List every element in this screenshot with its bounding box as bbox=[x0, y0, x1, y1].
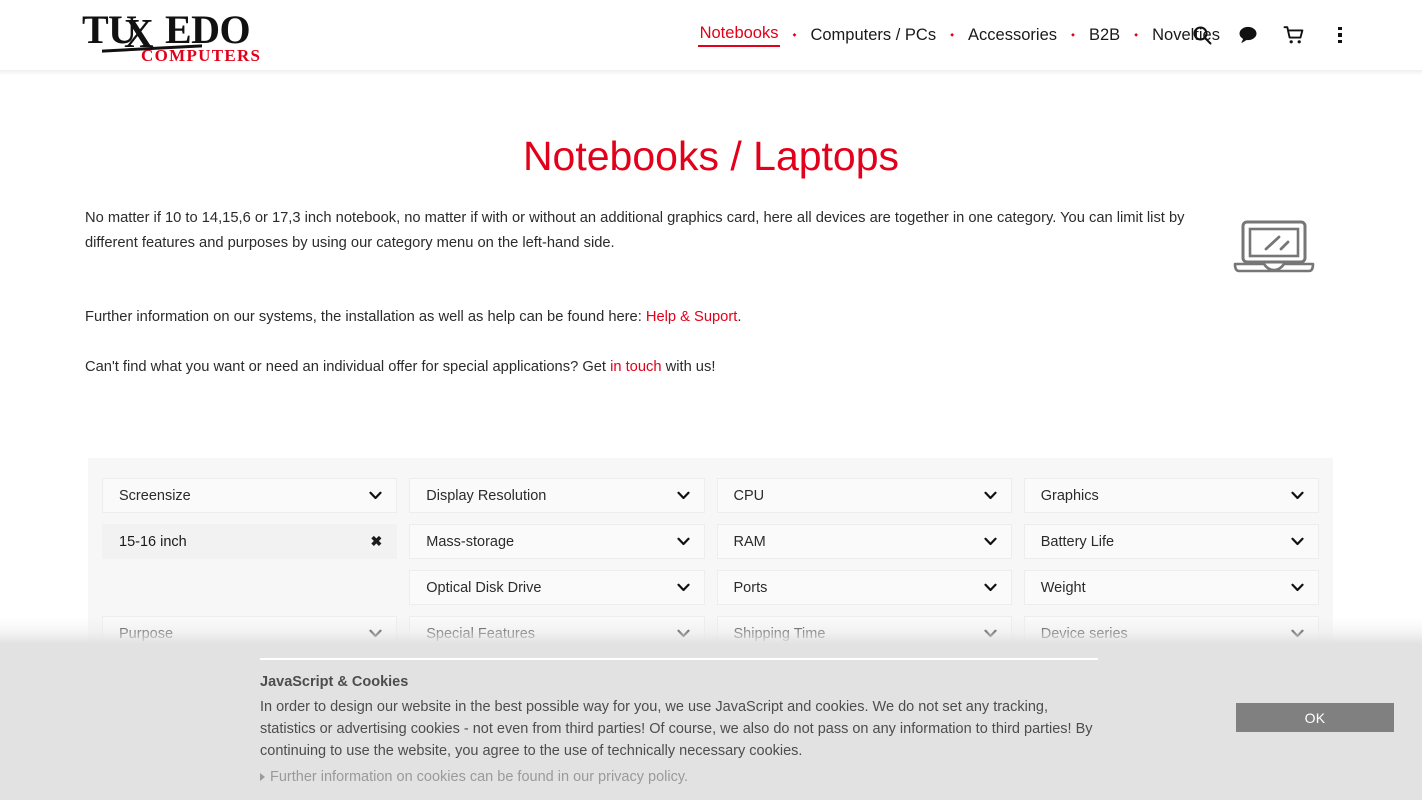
filter-cpu[interactable]: CPU bbox=[716, 478, 1012, 513]
filter-graphics[interactable]: Graphics bbox=[1023, 478, 1319, 513]
filter-column-spacer bbox=[102, 570, 397, 605]
intro-p3-after: with us! bbox=[661, 358, 716, 375]
chevron-down-icon bbox=[369, 491, 382, 500]
intro-p2-before: Further information on our systems, the … bbox=[85, 309, 646, 325]
nav-item-b2b[interactable]: B2B bbox=[1087, 26, 1122, 45]
nav-item-accessories[interactable]: Accessories bbox=[966, 26, 1059, 45]
filter-label: Optical Disk Drive bbox=[426, 579, 542, 596]
intro-text-block: No matter if 10 to 14,15,6 or 17,3 inch … bbox=[85, 206, 1195, 387]
nav-separator-icon: ⬩ bbox=[1071, 28, 1075, 41]
help-support-link[interactable]: Help & Suport bbox=[646, 309, 737, 325]
filter-display-resolution[interactable]: Display Resolution bbox=[409, 478, 705, 513]
filter-label: Weight bbox=[1040, 579, 1086, 596]
chevron-down-icon bbox=[676, 537, 690, 546]
filter-label: Graphics bbox=[1040, 487, 1099, 504]
nav-item-computers-pcs[interactable]: Computers / PCs bbox=[808, 26, 938, 45]
intro-p2-after: . bbox=[737, 309, 742, 325]
filter-battery-life[interactable]: Battery Life bbox=[1023, 524, 1319, 559]
filter-label: Display Resolution bbox=[426, 487, 547, 504]
cart-icon[interactable] bbox=[1282, 23, 1306, 47]
filter-label: CPU bbox=[733, 487, 765, 504]
page-root: TUXEDO X COMPUTERS Notebooks ⬩ Computers… bbox=[0, 0, 1422, 800]
chevron-down-icon bbox=[984, 583, 997, 592]
header-divider bbox=[0, 70, 1422, 76]
cookie-banner-content: JavaScript & Cookies In order to design … bbox=[260, 674, 1100, 785]
cookie-divider bbox=[260, 658, 1098, 660]
header-icon-bar bbox=[1190, 0, 1352, 70]
intro-paragraph-2: Further information on our systems, the … bbox=[85, 305, 1195, 330]
chip-label: 15-16 inch bbox=[119, 533, 187, 550]
nav-separator-icon: ⬩ bbox=[1134, 28, 1139, 41]
filter-ram[interactable]: RAM bbox=[716, 524, 1012, 559]
filter-label: RAM bbox=[733, 533, 766, 550]
cookie-banner-title: JavaScript & Cookies bbox=[260, 674, 409, 690]
logo-wordmark: TUXEDO bbox=[82, 10, 251, 50]
filter-screensize[interactable]: Screensize bbox=[102, 478, 398, 513]
cookie-banner-text: In order to design our website in the be… bbox=[260, 699, 1093, 759]
filter-optical-disk-drive[interactable]: Optical Disk Drive bbox=[409, 570, 705, 605]
privacy-policy-label: Further information on cookies can be fo… bbox=[270, 769, 689, 785]
chevron-down-icon bbox=[676, 491, 690, 500]
intro-paragraph-1: No matter if 10 to 14,15,6 or 17,3 inch … bbox=[85, 210, 1185, 251]
intro-p3-before: Can't find what you want or need an indi… bbox=[85, 358, 611, 375]
filter-label: Mass-storage bbox=[426, 533, 515, 550]
remove-filter-icon[interactable]: ✖ bbox=[371, 533, 383, 550]
site-header: TUXEDO X COMPUTERS Notebooks ⬩ Computers… bbox=[0, 0, 1422, 70]
vertical-dots bbox=[1338, 26, 1342, 44]
nav-item-notebooks[interactable]: Notebooks bbox=[697, 24, 781, 47]
more-menu-icon[interactable] bbox=[1328, 23, 1352, 47]
privacy-policy-link[interactable]: Further information on cookies can be fo… bbox=[260, 769, 1100, 785]
cookie-banner-fade bbox=[0, 618, 1422, 644]
cookie-ok-button[interactable]: OK bbox=[1236, 703, 1394, 732]
filter-mass-storage[interactable]: Mass-storage bbox=[409, 524, 705, 559]
cookie-banner: JavaScript & Cookies In order to design … bbox=[0, 644, 1422, 800]
chevron-down-icon bbox=[1291, 537, 1304, 546]
filter-label: Battery Life bbox=[1040, 533, 1115, 550]
chat-icon[interactable] bbox=[1236, 23, 1260, 47]
search-icon[interactable] bbox=[1190, 23, 1214, 47]
triangle-right-icon bbox=[260, 773, 265, 781]
filter-ports[interactable]: Ports bbox=[716, 570, 1012, 605]
laptop-icon bbox=[1230, 218, 1318, 276]
intro-paragraph-3: Can't find what you want or need an indi… bbox=[85, 355, 1195, 380]
filter-weight[interactable]: Weight bbox=[1023, 570, 1319, 605]
main-navigation: Notebooks ⬩ Computers / PCs ⬩ Accessorie… bbox=[697, 0, 1222, 70]
nav-separator-icon: ⬩ bbox=[792, 28, 797, 41]
active-filter-chip-screensize[interactable]: 15-16 inch ✖ bbox=[102, 524, 398, 559]
chevron-down-icon bbox=[676, 583, 690, 592]
in-touch-link[interactable]: in touch bbox=[610, 359, 661, 375]
site-logo[interactable]: TUXEDO X COMPUTERS bbox=[82, 10, 282, 66]
logo-subtitle: COMPUTERS bbox=[141, 46, 262, 65]
chevron-down-icon bbox=[1291, 583, 1304, 592]
nav-separator-icon: ⬩ bbox=[950, 28, 955, 41]
chevron-down-icon bbox=[984, 491, 997, 500]
chevron-down-icon bbox=[1291, 491, 1304, 500]
chevron-down-icon bbox=[984, 537, 997, 546]
filter-label: Screensize bbox=[119, 487, 191, 504]
page-title: Notebooks / Laptops bbox=[522, 133, 900, 180]
filter-label: Ports bbox=[733, 579, 768, 596]
